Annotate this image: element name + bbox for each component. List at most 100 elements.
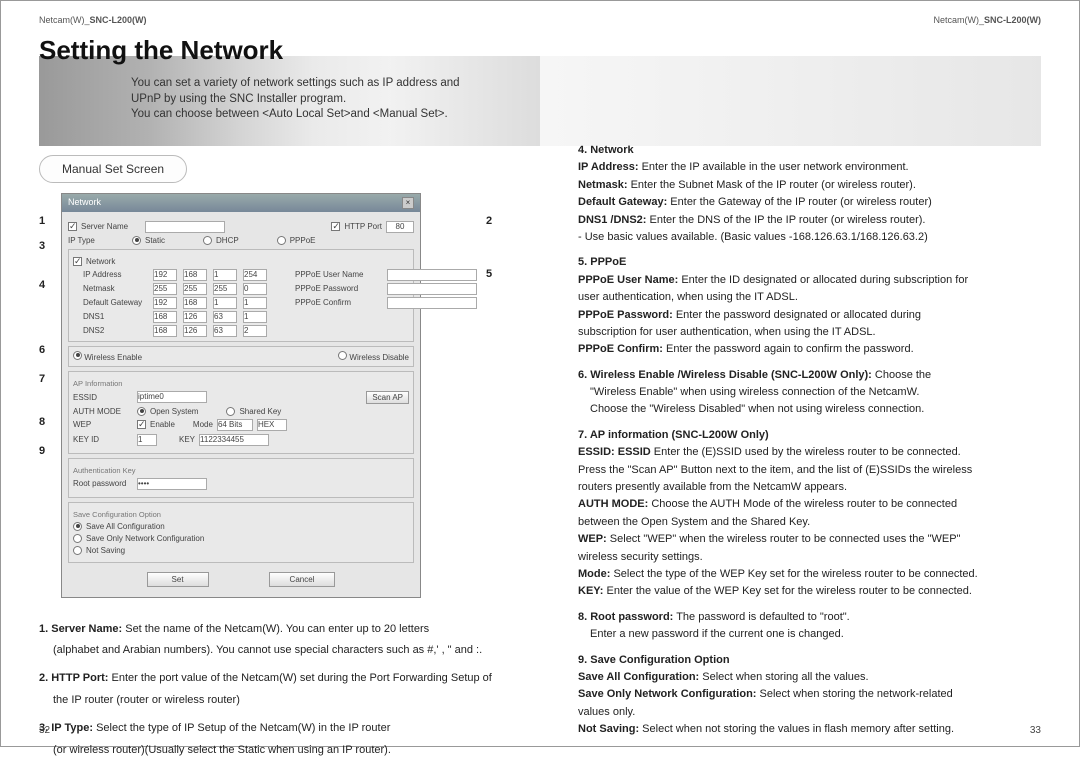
dhcp-radio[interactable]: [203, 236, 212, 245]
dns1-label: DNS1: [83, 312, 151, 321]
sec5-head: 5. PPPoE: [578, 255, 1041, 270]
callout-4: 4: [39, 273, 55, 298]
right-header: Netcam(W)_SNC-L200(W): [578, 15, 1041, 25]
gateway-b: Default Gateway:: [578, 196, 667, 208]
pppoe-cf-label: PPPoE Confirm: [295, 298, 385, 307]
sec8-head-t: The password is defaulted to "root".: [673, 611, 849, 623]
sec6-line2: "Wireless Enable" when using wireless co…: [590, 385, 1041, 400]
dialog-titlebar: Network ×: [62, 194, 420, 212]
shared-key-radio[interactable]: [226, 407, 235, 416]
network-panel: Network IP Address 1921681254 PPPoE User…: [68, 249, 414, 342]
root-pw-label: Root password: [73, 479, 133, 488]
pppoe-cf-input[interactable]: [387, 297, 477, 309]
wep-label: WEP: [73, 420, 133, 429]
http-port-input[interactable]: 80: [386, 221, 414, 233]
d2-oct4[interactable]: 2: [243, 325, 267, 337]
essid-input[interactable]: iptime0: [137, 391, 207, 403]
callout-9: 9: [39, 439, 55, 464]
gw-oct3[interactable]: 1: [213, 297, 237, 309]
ip-oct2[interactable]: 168: [183, 269, 207, 281]
inst1-bold: 1. Server Name:: [39, 623, 122, 635]
static-label: Static: [145, 236, 165, 245]
gateway-label: Default Gateway: [83, 298, 151, 307]
essid-label: ESSID: [73, 393, 133, 402]
wep-b2: WEP:: [578, 533, 607, 545]
mode-select[interactable]: 64 Bits: [217, 419, 253, 431]
inst3-text: Select the type of IP Setup of the Netca…: [93, 722, 390, 734]
d1-oct2[interactable]: 126: [183, 311, 207, 323]
hex-select[interactable]: HEX: [257, 419, 287, 431]
pppoe-pw-input[interactable]: [387, 283, 477, 295]
network-dialog-screenshot: Network × Server Name HTTP Port 80 IP T: [61, 193, 421, 598]
not-saving-label: Not Saving: [86, 546, 125, 555]
nm-oct2[interactable]: 255: [183, 283, 207, 295]
ip-oct1[interactable]: 192: [153, 269, 177, 281]
left-header: Netcam(W)_SNC-L200(W): [39, 15, 502, 25]
keyid-select[interactable]: 1: [137, 434, 157, 446]
mode-b: Mode:: [578, 568, 610, 580]
nm-oct4[interactable]: 0: [243, 283, 267, 295]
ap-info-panel: AP Information ESSIDiptime0Scan AP AUTH …: [68, 371, 414, 454]
key-b2: KEY:: [578, 585, 603, 597]
server-name-checkbox[interactable]: [68, 222, 77, 231]
gw-oct1[interactable]: 192: [153, 297, 177, 309]
sub-line1: You can set a variety of network setting…: [131, 77, 460, 89]
d1-oct3[interactable]: 63: [213, 311, 237, 323]
left-page: Netcam(W)_SNC-L200(W) Setting the Networ…: [1, 1, 540, 746]
brand: Netcam(W)_: [39, 15, 90, 25]
save-all-radio[interactable]: [73, 522, 82, 531]
network-checkbox[interactable]: [73, 257, 82, 266]
set-button[interactable]: Set: [147, 572, 209, 587]
d2-oct3[interactable]: 63: [213, 325, 237, 337]
not-saving-radio[interactable]: [73, 546, 82, 555]
open-system-radio[interactable]: [137, 407, 146, 416]
callout-6: 6: [39, 338, 55, 363]
dialog-title: Network: [68, 197, 101, 209]
keyid-label: KEY ID: [73, 435, 133, 444]
inst3-cont: (or wireless router)(Usually select the …: [53, 743, 502, 759]
right-page: Netcam(W)_SNC-L200(W) 4. Network IP Addr…: [540, 1, 1079, 746]
cancel-button[interactable]: Cancel: [269, 572, 336, 587]
essid-b2: ESSID: ESSID: [578, 446, 651, 458]
network-label: Network: [86, 257, 115, 266]
wireless-enable-radio[interactable]: [73, 351, 82, 360]
sec8-line2: Enter a new password if the current one …: [590, 627, 1041, 642]
gw-oct4[interactable]: 1: [243, 297, 267, 309]
d2-oct2[interactable]: 126: [183, 325, 207, 337]
static-radio[interactable]: [132, 236, 141, 245]
http-port-checkbox[interactable]: [331, 222, 340, 231]
ap-info-title: AP Information: [73, 379, 409, 388]
save-all-label: Save All Configuration: [86, 522, 165, 531]
sall-t: Select when storing all the values.: [699, 671, 868, 683]
key-input[interactable]: 1122334455: [199, 434, 269, 446]
d2-oct1[interactable]: 168: [153, 325, 177, 337]
scan-ap-button[interactable]: Scan AP: [366, 391, 409, 404]
close-icon[interactable]: ×: [402, 197, 414, 209]
model-name: SNC-L200(W): [90, 15, 147, 25]
sonly-cont: values only.: [578, 705, 1041, 720]
key-label: KEY: [179, 435, 195, 444]
ip-oct3[interactable]: 1: [213, 269, 237, 281]
d1-oct4[interactable]: 1: [243, 311, 267, 323]
callout-7: 7: [39, 367, 55, 392]
pppoe-radio[interactable]: [277, 236, 286, 245]
pppoe-user-input[interactable]: [387, 269, 477, 281]
wep-enable-checkbox[interactable]: [137, 420, 146, 429]
ip-address-label: IP Address: [83, 270, 151, 279]
root-pw-input[interactable]: ••••: [137, 478, 207, 490]
server-name-input[interactable]: [145, 221, 225, 233]
ppw-t: Enter the password designated or allocat…: [673, 309, 921, 321]
gw-oct2[interactable]: 168: [183, 297, 207, 309]
sub-line2: UPnP by using the SNC Installer program.: [131, 93, 346, 105]
nm-oct1[interactable]: 255: [153, 283, 177, 295]
mode-t: Select the type of the WEP Key set for t…: [610, 568, 977, 580]
ip-oct4[interactable]: 254: [243, 269, 267, 281]
nm-oct3[interactable]: 255: [213, 283, 237, 295]
save-only-radio[interactable]: [73, 534, 82, 543]
netmask-t: Enter the Subnet Mask of the IP router (…: [628, 179, 916, 191]
page-number-left: 32: [39, 725, 50, 736]
callout-1: 1: [39, 209, 55, 234]
wireless-disable-radio[interactable]: [338, 351, 347, 360]
d1-oct1[interactable]: 168: [153, 311, 177, 323]
ip-addr-t: Enter the IP available in the user netwo…: [639, 161, 909, 173]
